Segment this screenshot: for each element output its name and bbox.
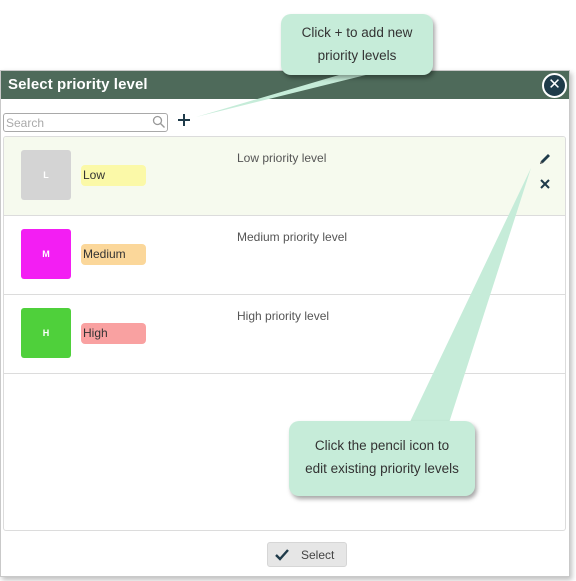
delete-icon[interactable]	[540, 179, 550, 189]
select-button-label: Select	[301, 548, 335, 562]
edit-callout-line2: edit existing priority levels	[305, 461, 459, 476]
add-callout-line2: priority levels	[317, 48, 397, 63]
priority-dialog: Select priority level ✕ L Low Low priori…	[0, 70, 570, 577]
priority-list: L Low Low priority level M Medium Medium…	[3, 136, 566, 531]
close-icon[interactable]: ✕	[542, 73, 567, 98]
edit-callout-line1: Click the pencil icon to	[314, 438, 450, 453]
add-callout: Click + to add new priority levels	[281, 14, 433, 75]
list-item-high[interactable]: H High High priority level	[4, 295, 565, 374]
priority-swatch: L	[21, 150, 71, 200]
select-button[interactable]: Select	[267, 542, 347, 567]
list-item-low[interactable]: L Low Low priority level	[4, 137, 565, 216]
plus-icon	[178, 114, 190, 126]
search-input[interactable]	[6, 115, 146, 130]
add-priority-button[interactable]	[176, 110, 192, 130]
dialog-titlebar: Select priority level ✕	[1, 71, 569, 99]
list-item-medium[interactable]: M Medium Medium priority level	[4, 216, 565, 295]
priority-badge: High	[81, 323, 146, 344]
priority-badge: Low	[81, 165, 146, 186]
priority-swatch: H	[21, 308, 71, 358]
check-icon	[275, 549, 289, 561]
add-callout-line1: Click + to add new	[301, 25, 413, 40]
pencil-icon[interactable]	[538, 152, 552, 166]
dialog-title: Select priority level	[8, 76, 148, 93]
priority-swatch: M	[21, 229, 71, 279]
priority-description: Low priority level	[237, 151, 327, 165]
search-icon[interactable]	[152, 115, 166, 129]
priority-description: High priority level	[237, 309, 330, 323]
priority-description: Medium priority level	[237, 230, 348, 244]
priority-badge: Medium	[81, 244, 146, 265]
edit-callout: Click the pencil icon to edit existing p…	[289, 421, 475, 496]
search-box[interactable]	[3, 113, 168, 132]
